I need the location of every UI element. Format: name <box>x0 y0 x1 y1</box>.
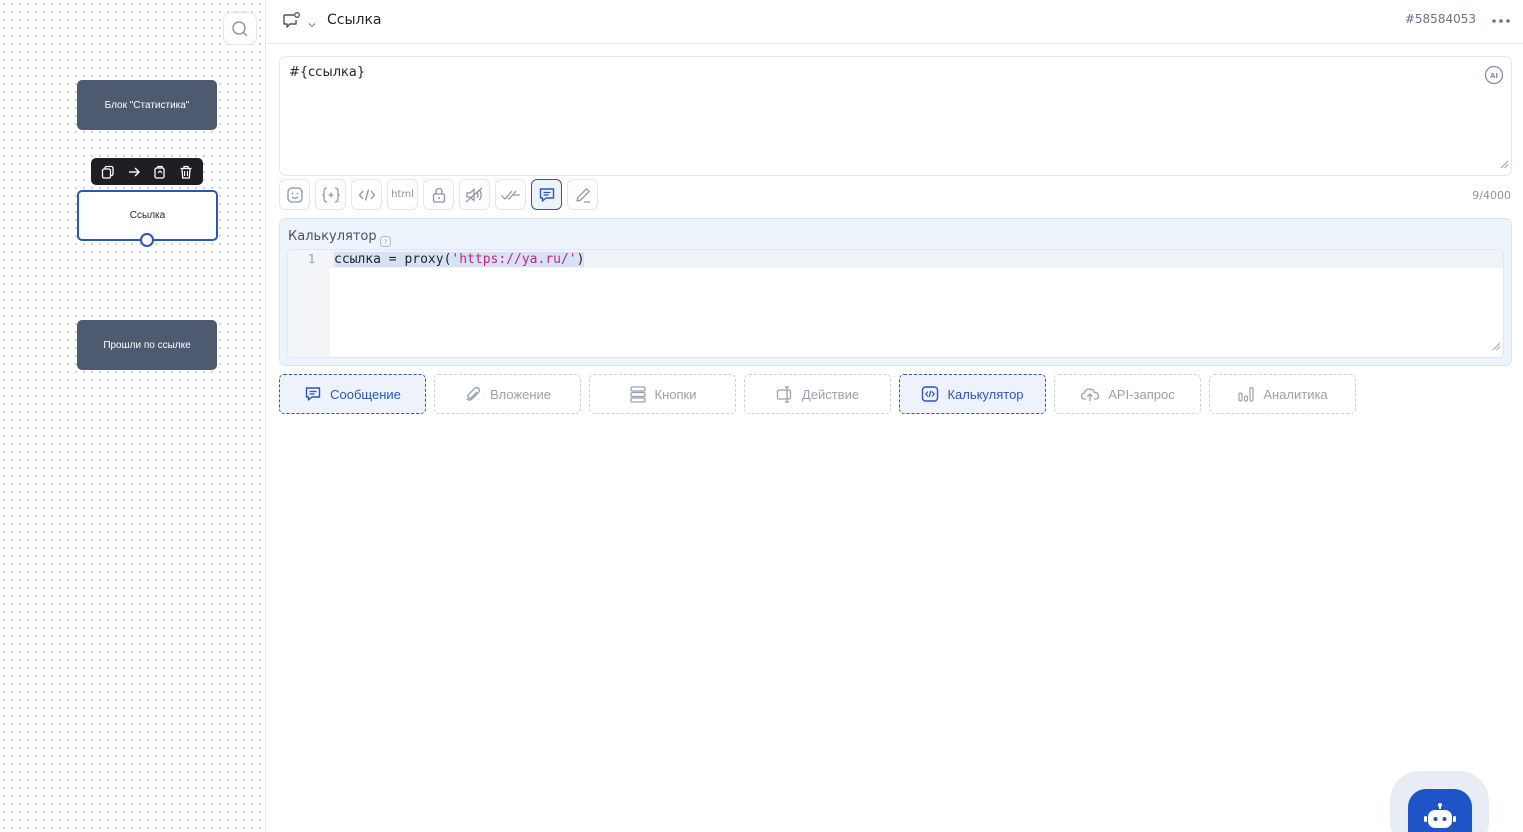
lock-button[interactable] <box>423 179 454 210</box>
copy-node-button[interactable] <box>97 161 119 183</box>
cloud-upload-icon <box>1081 388 1100 401</box>
char-counter: 9/4000 <box>1472 189 1511 202</box>
code-prefix: ссылка = proxy( <box>334 252 452 267</box>
code-icon <box>922 386 939 402</box>
flow-node-statistics[interactable]: Блок "Статистика" <box>77 80 217 130</box>
ai-assist-button[interactable]: AI <box>1484 65 1504 89</box>
type-calculator-label: Калькулятор <box>947 386 1024 402</box>
flow-node-clicked-link[interactable]: Прошли по ссылке <box>77 320 217 370</box>
speaker-off-icon <box>465 187 482 202</box>
editor-header: Ссылка #58584053 <box>267 0 1523 44</box>
emoji-button[interactable] <box>279 179 310 210</box>
read-receipt-button[interactable] <box>495 179 526 210</box>
clipboard-node-button[interactable] <box>149 161 171 183</box>
type-api-request-button[interactable]: API-запрос <box>1054 374 1201 414</box>
more-dots-icon <box>1492 19 1510 23</box>
ai-icon: AI <box>1484 65 1504 85</box>
svg-text:AI: AI <box>1490 72 1498 80</box>
block-title[interactable]: Ссылка <box>327 12 382 28</box>
type-api-request-label: API-запрос <box>1108 386 1175 402</box>
comment-icon <box>539 187 554 202</box>
type-analytics-label: Аналитика <box>1263 386 1328 402</box>
line-number: 1 <box>308 252 316 266</box>
format-toolbar: html <box>279 179 598 210</box>
variable-braces-icon <box>321 186 340 203</box>
code-editor[interactable]: 1 ссылка = proxy('https://ya.ru/') <box>287 249 1504 358</box>
clipboard-icon <box>154 165 165 179</box>
chevron-down-icon[interactable] <box>307 15 317 34</box>
line-gutter <box>288 250 330 357</box>
canvas-search-button[interactable] <box>223 12 257 45</box>
code-icon <box>358 188 375 201</box>
code-format-button[interactable] <box>351 179 382 210</box>
code-line-text: ссылка = proxy('https://ya.ru/') <box>334 252 585 267</box>
type-attachment-label: Вложение <box>489 386 552 402</box>
type-buttons-label: Кнопки <box>654 386 697 402</box>
move-node-button[interactable] <box>123 161 145 183</box>
type-analytics-button[interactable]: Аналитика <box>1209 374 1356 414</box>
code-resize-handle[interactable] <box>1492 336 1501 355</box>
block-id: #58584053 <box>1404 12 1476 26</box>
trash-icon <box>180 165 192 179</box>
edit-button[interactable] <box>567 179 598 210</box>
comment-mode-button[interactable] <box>531 179 562 210</box>
variable-button[interactable] <box>315 179 346 210</box>
app-root: Блок "Статистика" Ссылка Прошли по ссылк… <box>0 0 1523 832</box>
resize-handle[interactable] <box>1500 154 1509 173</box>
pencil-icon <box>575 187 590 203</box>
assistant-bot-button[interactable] <box>1408 789 1472 832</box>
message-bubble-icon <box>283 12 300 28</box>
type-message-button[interactable]: Сообщение <box>279 374 426 414</box>
block-type-selector[interactable] <box>281 11 301 35</box>
type-calculator-button[interactable]: Калькулятор <box>899 374 1046 414</box>
delete-node-button[interactable] <box>175 161 197 183</box>
type-action-button[interactable]: Действие <box>744 374 891 414</box>
copy-icon <box>101 165 114 179</box>
type-action-label: Действие <box>801 386 860 402</box>
type-attachment-button[interactable]: Вложение <box>434 374 581 414</box>
emoji-icon <box>286 186 303 203</box>
analytics-icon <box>1238 386 1254 402</box>
html-mode-button[interactable]: html <box>387 179 418 210</box>
flow-canvas[interactable]: Блок "Статистика" Ссылка Прошли по ссылк… <box>0 0 266 832</box>
search-icon <box>232 20 248 36</box>
lock-icon <box>432 187 445 203</box>
action-icon <box>776 386 792 403</box>
message-text: #{ссылка} <box>289 65 366 80</box>
block-type-buttons: Сообщение Вложение Кнопки Действие Кальк… <box>279 374 1356 414</box>
calculator-label: Калькулятор <box>288 229 377 244</box>
paperclip-icon <box>465 386 481 401</box>
mute-sound-button[interactable] <box>459 179 490 210</box>
more-menu-button[interactable] <box>1491 13 1511 33</box>
buttons-icon <box>629 386 646 403</box>
calculator-panel: Калькулятор ? 1 ссылка = proxy('https://… <box>279 218 1512 366</box>
type-buttons-button[interactable]: Кнопки <box>589 374 736 414</box>
message-textarea[interactable]: #{ссылка} AI <box>279 56 1512 176</box>
node-toolbar <box>91 158 203 185</box>
node-output-port[interactable] <box>140 233 154 247</box>
code-string: 'https://ya.ru/' <box>451 252 577 267</box>
code-suffix: ) <box>576 252 585 267</box>
arrow-right-icon <box>129 167 140 176</box>
robot-icon <box>1424 803 1456 828</box>
message-icon <box>305 387 321 401</box>
svg-text:?: ? <box>384 238 388 246</box>
type-message-label: Сообщение <box>330 386 401 402</box>
double-check-icon <box>500 190 520 200</box>
